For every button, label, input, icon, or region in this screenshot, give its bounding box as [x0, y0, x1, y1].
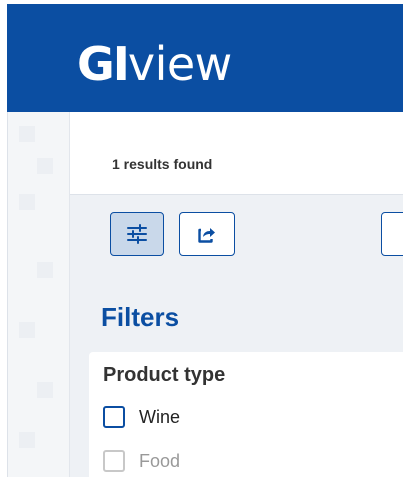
filter-option-label: Food [139, 450, 181, 471]
brand-logo-strong: GI [77, 37, 130, 91]
share-export-icon [198, 228, 215, 243]
left-sidebar [7, 112, 69, 477]
app-header: GIview [7, 4, 403, 112]
filter-group-product-type: Product type Wine Food [89, 352, 403, 477]
brand-logo-light: view [127, 37, 232, 91]
filter-group-title: Product type [103, 364, 226, 386]
sidebar-placeholder [19, 126, 35, 142]
sidebar-placeholder [37, 382, 53, 398]
checkbox-food[interactable] [103, 450, 125, 472]
sidebar-placeholder [19, 432, 35, 448]
sidebar-placeholder [19, 194, 35, 210]
brand-logo[interactable]: GIview [77, 38, 232, 90]
sidebar-placeholder [37, 262, 53, 278]
export-button[interactable] [179, 212, 235, 256]
results-count: 1 results found [112, 156, 213, 172]
filter-option-food[interactable]: Food [103, 450, 180, 472]
results-bar: 1 results found [70, 112, 403, 195]
toolbar-action-button[interactable] [381, 212, 403, 256]
sidebar-placeholder [37, 158, 53, 174]
page-divider [7, 112, 8, 477]
toggle-filters-button[interactable] [110, 212, 164, 256]
filters-heading: Filters [101, 302, 180, 332]
checkbox-wine[interactable] [103, 406, 125, 428]
filter-option-label: Wine [139, 406, 181, 427]
sliders-icon [127, 224, 147, 244]
sidebar-placeholder [19, 322, 35, 338]
filter-option-wine[interactable]: Wine [103, 406, 180, 428]
results-panel: 1 results found Filters Product type Win… [69, 112, 403, 477]
